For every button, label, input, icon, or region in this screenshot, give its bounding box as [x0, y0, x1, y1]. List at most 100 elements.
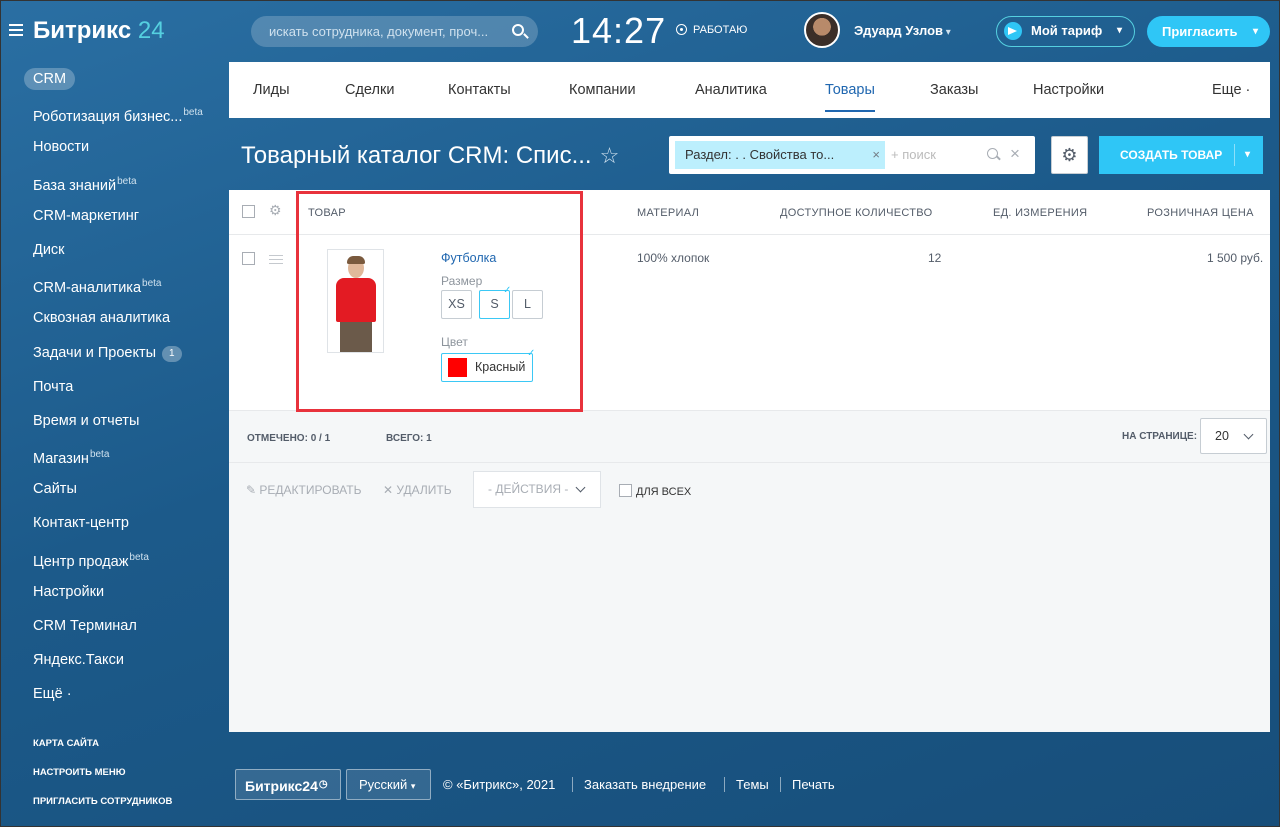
filter-input[interactable]: + поиск: [891, 147, 936, 162]
clock: 14:27: [571, 10, 667, 51]
chevron-down-icon[interactable]: ▾: [1245, 136, 1250, 174]
sidebar-item-label: Время и отчеты: [33, 412, 140, 429]
avatar[interactable]: [804, 12, 840, 48]
column-header-unit[interactable]: ЕД. ИЗМЕРЕНИЯ: [993, 207, 1087, 219]
tab-products[interactable]: Товары: [825, 82, 875, 112]
menu-icon[interactable]: [9, 24, 23, 36]
bitrix24-footer-button[interactable]: Битрикс24◷: [235, 769, 341, 800]
invite-button[interactable]: Пригласить: [1147, 16, 1270, 47]
configure-menu-link[interactable]: НАСТРОИТЬ МЕНЮ: [33, 767, 126, 778]
sidebar-item-label: Роботизация бизнес...: [33, 109, 183, 126]
column-header-quantity[interactable]: ДОСТУПНОЕ КОЛИЧЕСТВО: [780, 207, 932, 219]
sidebar-item-yandex-taxi[interactable]: Яндекс.Такси: [0, 643, 229, 677]
beta-badge: beta: [129, 551, 149, 563]
work-status[interactable]: РАБОТАЮ: [676, 24, 747, 36]
sidebar-item-settings[interactable]: Настройки: [0, 575, 229, 609]
logo-main: Битрикс: [33, 17, 132, 44]
edit-action[interactable]: ✎ РЕДАКТИРОВАТЬ: [246, 483, 361, 497]
crm-tabs: Лиды Сделки Контакты Компании Аналитика …: [229, 62, 1270, 118]
clear-icon[interactable]: ×: [1010, 144, 1020, 164]
sidebar-item-label: Контакт-центр: [33, 515, 129, 532]
quantity-cell: 12: [928, 251, 942, 265]
sidebar-item-disk[interactable]: Диск: [0, 233, 229, 267]
filter-search[interactable]: Раздел: . . Свойства то... × + поиск ×: [669, 136, 1035, 174]
sidebar-item-knowledge-base[interactable]: База знанийbeta: [0, 165, 229, 199]
print-link[interactable]: Печать: [792, 777, 835, 792]
for-all-label: ДЛЯ ВСЕХ: [636, 486, 692, 498]
sidebar-item-label: База знаний: [33, 177, 117, 194]
sidebar-item-more[interactable]: Ещё ·: [0, 677, 229, 711]
create-product-button[interactable]: СОЗДАТЬ ТОВАР ▾: [1099, 136, 1263, 174]
logo[interactable]: Битрикс 24: [33, 17, 165, 45]
search-icon[interactable]: [512, 24, 524, 36]
sidebar-item-robotization[interactable]: Роботизация бизнес...beta: [0, 96, 229, 130]
sidebar-item-contact-center[interactable]: Контакт-центр: [0, 506, 229, 540]
for-all-checkbox[interactable]: [619, 484, 632, 497]
user-menu[interactable]: Эдуард Узлов: [854, 23, 951, 38]
tariff-button[interactable]: Мой тариф: [996, 16, 1135, 47]
sidebar-item-label: Настройки: [33, 583, 105, 600]
tab-analytics[interactable]: Аналитика: [695, 82, 767, 98]
star-icon[interactable]: ☆: [600, 143, 620, 168]
sidebar-item-crm-terminal[interactable]: CRM Терминал: [0, 609, 229, 643]
divider: [724, 777, 725, 792]
sitemap-link[interactable]: КАРТА САЙТА: [33, 738, 99, 749]
close-icon[interactable]: ×: [872, 141, 880, 169]
themes-link[interactable]: Темы: [736, 777, 769, 792]
drag-handle-icon[interactable]: [269, 255, 283, 264]
material-cell: 100% хлопок: [637, 251, 710, 265]
sidebar-item-sites[interactable]: Сайты: [0, 472, 229, 506]
divider: [572, 777, 573, 792]
sidebar-item-sales-center[interactable]: Центр продажbeta: [0, 541, 229, 575]
sidebar-item-news[interactable]: Новости: [0, 130, 229, 164]
divider: [780, 777, 781, 792]
search-placeholder: искать сотрудника, документ, проч...: [269, 24, 489, 39]
settings-button[interactable]: ⚙: [1051, 136, 1088, 174]
sidebar: CRM Роботизация бизнес...beta Новости Ба…: [0, 62, 229, 712]
column-header-material[interactable]: МАТЕРИАЛ: [637, 207, 699, 219]
column-header-price[interactable]: РОЗНИЧНАЯ ЦЕНА: [1147, 207, 1254, 219]
tab-contacts[interactable]: Контакты: [448, 82, 511, 98]
sidebar-item-label: CRM-маркетинг: [33, 207, 140, 224]
edit-label: РЕДАКТИРОВАТЬ: [259, 483, 362, 497]
sidebar-item-end-to-end-analytics[interactable]: Сквозная аналитика: [0, 301, 229, 335]
sidebar-item-label: Диск: [33, 241, 65, 258]
sidebar-item-shop[interactable]: Магазинbeta: [0, 438, 229, 472]
sidebar-item-label: Сайты: [33, 481, 77, 498]
sidebar-item-crm-analytics[interactable]: CRM-аналитикаbeta: [0, 267, 229, 301]
language-select[interactable]: Русский ▾: [346, 769, 431, 800]
tab-settings[interactable]: Настройки: [1033, 82, 1104, 98]
sidebar-item-crm[interactable]: CRM: [0, 62, 229, 96]
gear-icon[interactable]: ⚙: [269, 202, 282, 219]
invite-employees-link[interactable]: ПРИГЛАСИТЬ СОТРУДНИКОВ: [33, 796, 172, 807]
search-icon[interactable]: [987, 148, 998, 159]
tab-more[interactable]: Еще ·: [1212, 82, 1250, 98]
sidebar-item-label: Сквозная аналитика: [33, 310, 171, 327]
total-count: ВСЕГО: 1: [386, 433, 432, 444]
sidebar-item-label: Магазин: [33, 450, 89, 467]
delete-action[interactable]: ✕ УДАЛИТЬ: [383, 483, 452, 497]
per-page-select[interactable]: 20: [1200, 418, 1267, 454]
filter-chip[interactable]: Раздел: . . Свойства то... ×: [675, 141, 885, 169]
sidebar-item-label: Центр продаж: [33, 553, 129, 570]
sidebar-item-time-reports[interactable]: Время и отчеты: [0, 404, 229, 438]
actions-select[interactable]: - ДЕЙСТВИЯ -: [473, 471, 601, 508]
close-icon: ✕: [383, 483, 394, 497]
tab-deals[interactable]: Сделки: [345, 82, 394, 98]
order-implementation-link[interactable]: Заказать внедрение: [584, 777, 706, 792]
tariff-label: Мой тариф: [1031, 23, 1103, 38]
sidebar-item-label: CRM: [24, 68, 76, 90]
beta-badge: beta: [142, 278, 162, 290]
top-header: Битрикс 24 искать сотрудника, документ, …: [0, 0, 1280, 62]
tab-companies[interactable]: Компании: [569, 82, 636, 98]
sidebar-item-tasks[interactable]: Задачи и Проекты 1: [0, 336, 229, 370]
tab-leads[interactable]: Лиды: [253, 82, 290, 98]
select-all-checkbox[interactable]: [242, 205, 255, 218]
row-checkbox[interactable]: [242, 252, 255, 265]
sidebar-item-crm-marketing[interactable]: CRM-маркетинг: [0, 199, 229, 233]
tab-orders[interactable]: Заказы: [930, 82, 978, 98]
sidebar-item-mail[interactable]: Почта: [0, 370, 229, 404]
search-input[interactable]: искать сотрудника, документ, проч...: [251, 16, 538, 47]
rocket-icon: [1004, 22, 1022, 40]
per-page-label: НА СТРАНИЦЕ:: [1122, 431, 1198, 442]
